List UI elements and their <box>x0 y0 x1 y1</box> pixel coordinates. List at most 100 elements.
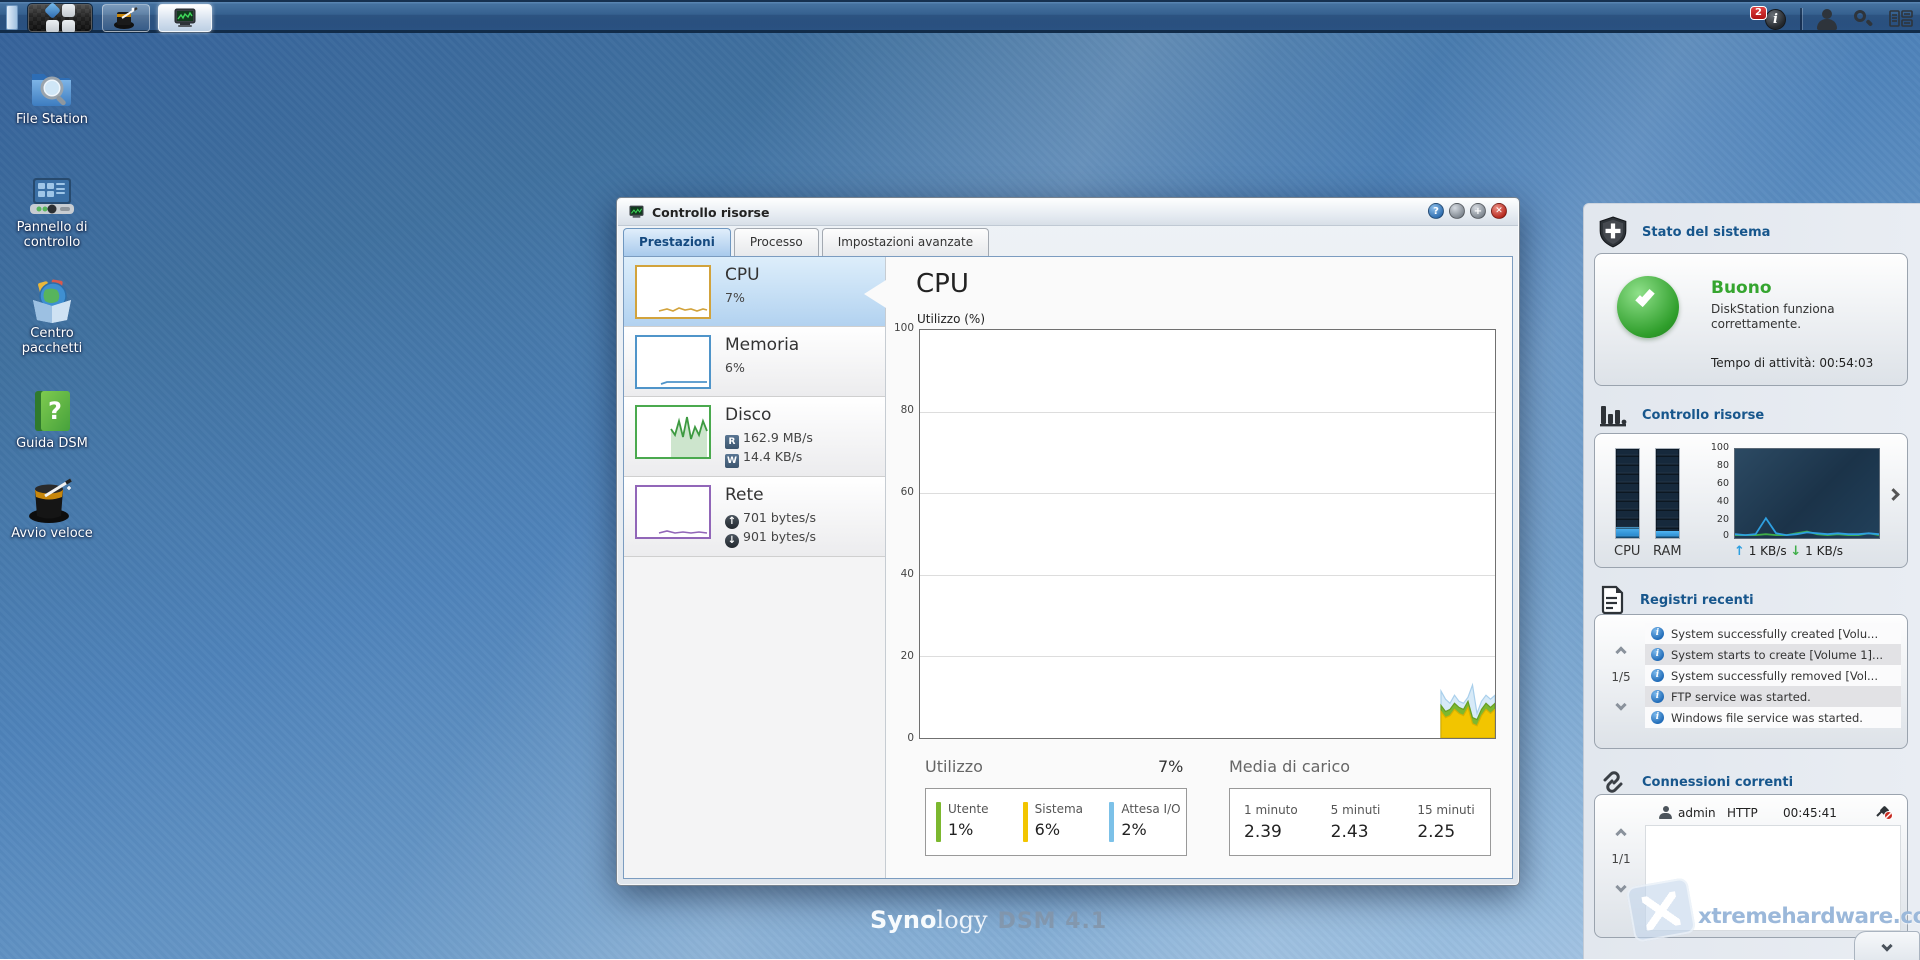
tab-prestazioni[interactable]: Prestazioni <box>623 228 731 256</box>
widget-title: Connessioni correnti <box>1642 774 1794 790</box>
minimize-button[interactable] <box>1449 203 1465 219</box>
list-item-memoria[interactable]: Memoria 6% <box>624 327 885 397</box>
log-row[interactable]: i FTP service was started. <box>1645 686 1901 707</box>
connections-page-up[interactable] <box>1615 828 1627 840</box>
network-io: ↑ 701 bytes/s ↓ 901 bytes/s <box>725 510 816 548</box>
open-resource-monitor-arrow[interactable] <box>1887 488 1900 501</box>
list-item-rete[interactable]: Rete ↑ 701 bytes/s ↓ 901 bytes/s <box>624 477 885 557</box>
metric-value: 6% <box>725 360 745 375</box>
list-item-disco[interactable]: Disco R 162.9 MB/s W 14.4 KB/s <box>624 397 885 477</box>
logs-page-down[interactable] <box>1615 699 1627 711</box>
chart-y-axis-label: Utilizzo (%) <box>917 312 986 326</box>
ytick-80: 80 <box>900 404 914 416</box>
network-mini-chart <box>1734 448 1880 539</box>
cpu-thumbnail <box>635 265 711 319</box>
load-5min: 5 minuti 2.43 <box>1330 802 1381 842</box>
legend-sistema: Sistema 6% <box>1013 802 1100 842</box>
uptime-text: Tempo di attività: 00:54:03 <box>1711 356 1874 370</box>
main-menu-icon <box>43 1 75 33</box>
quick-start-taskbar-button[interactable] <box>102 4 150 32</box>
tab-processo[interactable]: Processo <box>733 228 819 256</box>
mini-ytick: 40 <box>1716 496 1729 507</box>
connection-user-icon <box>1659 806 1672 819</box>
desktop-icon-file-station[interactable]: File Station <box>4 62 100 128</box>
log-row[interactable]: i System successfully removed [Vol... <box>1645 665 1901 686</box>
user-menu-button[interactable] <box>1816 8 1838 30</box>
cpu-detail-panel: CPU Utilizzo (%) 100 80 60 40 20 0 Utili… <box>864 257 1512 878</box>
ytick-100: 100 <box>893 322 914 334</box>
cpu-chart-svg <box>1440 682 1495 738</box>
pilot-view-button[interactable] <box>1888 8 1914 30</box>
connection-protocol: HTTP <box>1727 806 1758 820</box>
resource-widget-box: CPU RAM 100 80 60 40 20 0 ↑ 1 KB/s ↓ 1 K… <box>1594 433 1908 568</box>
mini-ytick: 80 <box>1716 460 1729 471</box>
chart-title: CPU <box>916 269 969 299</box>
widget-title: Stato del sistema <box>1642 224 1771 240</box>
ytick-20: 20 <box>900 650 914 662</box>
sidebar-collapse-button[interactable] <box>1854 931 1920 960</box>
desktop-icon-dsm-help[interactable]: ? Guida DSM <box>4 386 100 452</box>
user-icon <box>1822 8 1832 19</box>
upload-arrow-icon: ↑ <box>1734 544 1745 559</box>
desktop-icon-control-panel[interactable]: Pannello di controllo <box>4 170 100 251</box>
window-titlebar[interactable]: Controllo risorse <box>618 199 1518 226</box>
dsm-watermark: Synology DSM 4.1 <box>870 906 1108 934</box>
connections-page-down[interactable] <box>1615 881 1627 893</box>
logs-page-up[interactable] <box>1615 646 1627 658</box>
mini-ytick: 0 <box>1722 530 1729 541</box>
legend-utente: Utente 1% <box>926 802 1013 842</box>
resource-monitor-taskbar-button[interactable] <box>158 4 212 32</box>
connection-row[interactable]: admin HTTP 00:45:41 <box>1645 803 1897 825</box>
window-title-icon <box>629 205 644 218</box>
load-average-box: 1 minuto 2.39 5 minuti 2.43 15 minuti 2.25 <box>1229 788 1491 856</box>
disk-io: R 162.9 MB/s W 14.4 KB/s <box>725 430 813 468</box>
desktop-icon-package-center[interactable]: Centro pacchetti <box>4 276 100 357</box>
maximize-button[interactable]: + <box>1470 203 1486 219</box>
tab-impostazioni-avanzate[interactable]: Impostazioni avanzate <box>821 228 990 256</box>
desktop-background: i 2 File Station Pannello di controllo C… <box>0 0 1920 960</box>
info-icon: i <box>1765 8 1786 30</box>
file-station-icon <box>4 62 100 110</box>
disconnect-icon[interactable] <box>1875 804 1893 820</box>
read-value: 162.9 MB/s <box>743 430 813 445</box>
control-panel-icon <box>4 170 100 218</box>
desktop-icon-quick-start[interactable]: Avvio veloce <box>4 476 100 542</box>
connection-user: admin <box>1678 806 1716 820</box>
usage-total: 7% <box>1158 757 1184 776</box>
disk-thumbnail <box>635 405 711 459</box>
resource-widget-header: Controllo risorse <box>1598 402 1764 428</box>
notifications-button[interactable]: i 2 <box>1750 5 1786 31</box>
chevron-down-icon <box>1881 940 1893 952</box>
svg-text:?: ? <box>48 397 62 425</box>
upload-badge-icon: ↑ <box>725 515 739 529</box>
legend-color-utente <box>936 802 941 842</box>
widget-sidebar: Stato del sistema Buono DiskStation funz… <box>1583 203 1920 960</box>
write-value: 14.4 KB/s <box>743 449 803 464</box>
ytick-60: 60 <box>900 486 914 498</box>
help-button[interactable]: ? <box>1428 203 1444 219</box>
dsm-help-icon: ? <box>4 386 100 434</box>
taskbar: i 2 <box>0 0 1920 33</box>
magic-hat-icon <box>114 7 138 29</box>
taskbar-separator <box>1800 7 1802 30</box>
usage-legend-box: Utente 1% Sistema 6% Attesa I/O 2% <box>925 788 1187 856</box>
widget-title: Controllo risorse <box>1642 407 1765 423</box>
log-row[interactable]: i System starts to create [Volume 1]... <box>1645 644 1901 665</box>
legend-color-attesa-io <box>1109 802 1115 842</box>
metric-list: CPU 7% Memoria 6% Disco R 162.9 MB/s W 1… <box>624 257 886 878</box>
main-menu-button[interactable] <box>27 1 93 33</box>
close-button[interactable]: ✕ <box>1491 203 1507 219</box>
cpu-usage-chart <box>919 329 1496 739</box>
status-description: DiskStation funziona correttamente. <box>1711 302 1835 331</box>
desktop-icon-label: Avvio veloce <box>11 526 93 541</box>
list-item-cpu[interactable]: CPU 7% <box>624 257 885 327</box>
log-row[interactable]: i Windows file service was started. <box>1645 707 1901 728</box>
upload-rate: 1 KB/s <box>1748 544 1787 558</box>
status-text: Buono <box>1711 278 1772 298</box>
log-row[interactable]: i System successfully created [Volu... <box>1645 623 1901 644</box>
show-desktop-button[interactable] <box>6 5 18 30</box>
search-button[interactable] <box>1852 8 1874 30</box>
log-document-icon <box>1601 585 1624 615</box>
logs-widget-header: Registri recenti <box>1598 585 1754 615</box>
network-throughput: ↑ 1 KB/s ↓ 1 KB/s <box>1734 544 1884 559</box>
